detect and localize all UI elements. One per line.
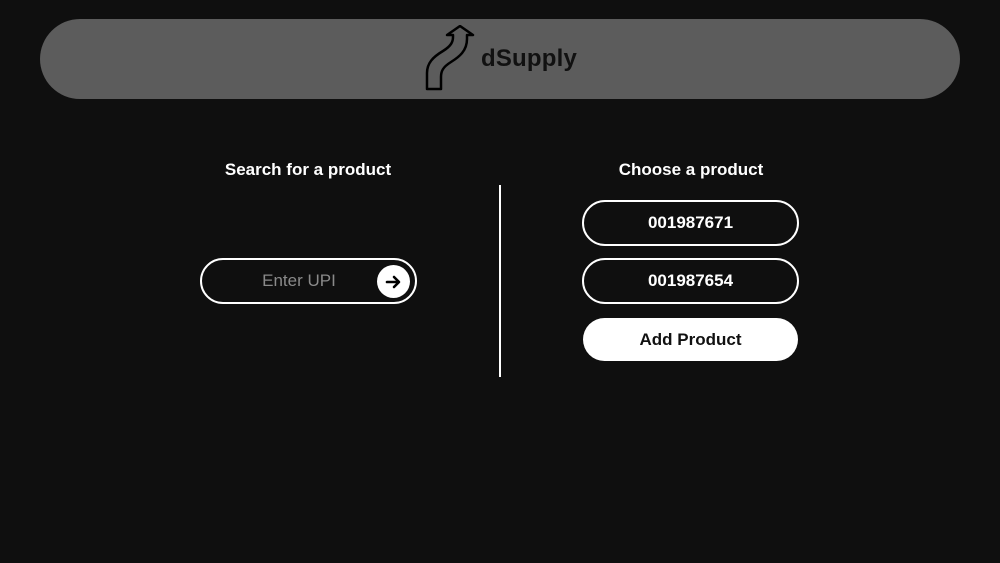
brand-name: dSupply — [480, 45, 578, 72]
add-product-button[interactable]: Add Product — [583, 318, 798, 361]
choose-section-title: Choose a product — [618, 160, 764, 179]
search-section-title: Search for a product — [224, 160, 392, 179]
search-box — [200, 258, 417, 304]
arrow-right-icon — [385, 275, 400, 288]
column-divider — [499, 185, 501, 377]
brand[interactable]: dSupply — [423, 25, 577, 93]
product-option[interactable]: 001987671 — [582, 200, 799, 246]
product-option[interactable]: 001987654 — [582, 258, 799, 304]
curved-up-arrow-icon — [425, 25, 475, 91]
upi-search-input[interactable] — [222, 270, 376, 292]
header-bar: dSupply — [40, 19, 960, 99]
search-submit-button[interactable] — [377, 265, 410, 298]
